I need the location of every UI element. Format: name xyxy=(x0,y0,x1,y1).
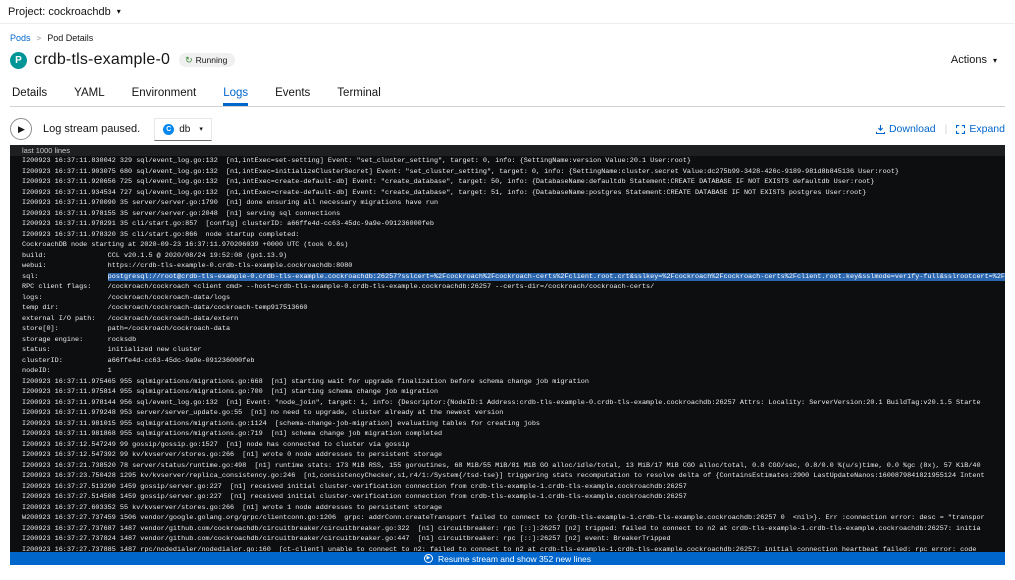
chevron-down-icon: ▾ xyxy=(993,56,997,65)
log-line: I200923 16:37:11.934534 727 sql/event_lo… xyxy=(22,188,1005,199)
log-stream-status: Log stream paused. xyxy=(43,123,140,135)
log-line: external I/O path: /cockroach/cockroach-… xyxy=(22,314,1005,325)
status-badge: ↻ Running xyxy=(179,53,235,67)
chevron-down-icon: ▾ xyxy=(117,7,121,16)
log-line: RPC client flags: /cockroach/cockroach <… xyxy=(22,282,1005,293)
tab-details[interactable]: Details xyxy=(12,82,47,106)
log-line: store[0]: path=/cockroach/cockroach-data xyxy=(22,324,1005,335)
log-line: temp dir: /cockroach/cockroach-data/cock… xyxy=(22,303,1005,314)
tab-logs[interactable]: Logs xyxy=(223,82,248,106)
log-line: CockroachDB node starting at 2020-09-23 … xyxy=(22,240,1005,251)
log-line: status: initialized new cluster xyxy=(22,345,1005,356)
play-icon: ▶ xyxy=(18,124,25,135)
download-icon xyxy=(876,125,885,134)
sync-icon: ↻ xyxy=(185,56,193,65)
log-line: logs: /cockroach/cockroach-data/logs xyxy=(22,293,1005,304)
tab-yaml[interactable]: YAML xyxy=(74,82,104,106)
content-area: Pods > Pod Details P crdb-tls-example-0 … xyxy=(0,33,1015,565)
log-line: I200923 16:37:27.513290 1459 gossip/serv… xyxy=(22,482,1005,493)
log-line: I200923 16:37:11.975465 955 sqlmigration… xyxy=(22,377,1005,388)
page-title: crdb-tls-example-0 xyxy=(34,51,170,69)
play-circle-icon: ▶ xyxy=(424,554,433,563)
download-button[interactable]: Download xyxy=(876,123,936,135)
tab-terminal[interactable]: Terminal xyxy=(337,82,380,106)
log-line: I200923 16:37:11.981015 955 sqlmigration… xyxy=(22,419,1005,430)
resume-stream-label: Resume stream and show 352 new lines xyxy=(438,554,591,564)
toolbar-divider: | xyxy=(945,123,948,135)
log-line: sql: postgresql://root@crdb-tls-example-… xyxy=(22,272,1005,283)
container-select-value: db xyxy=(179,124,190,135)
log-line: I200923 16:37:11.920656 725 sql/event_lo… xyxy=(22,177,1005,188)
log-line: I200923 16:37:21.738520 78 server/status… xyxy=(22,461,1005,472)
log-line: I200923 16:37:27.514508 1459 gossip/serv… xyxy=(22,492,1005,503)
breadcrumb-pods-link[interactable]: Pods xyxy=(10,33,31,43)
tab-events[interactable]: Events xyxy=(275,82,310,106)
project-selector[interactable]: Project: cockroachdb ▾ xyxy=(8,6,121,18)
log-line: I200923 16:37:12.547392 99 kv/kvserver/s… xyxy=(22,450,1005,461)
log-line: I200923 16:37:11.978155 35 server/server… xyxy=(22,209,1005,220)
log-line: I200923 16:37:11.975814 955 sqlmigration… xyxy=(22,387,1005,398)
container-select[interactable]: C db ▾ xyxy=(154,118,212,141)
log-line: I200923 16:37:11.978144 956 sql/event_lo… xyxy=(22,398,1005,409)
chevron-down-icon: ▾ xyxy=(199,125,203,133)
log-line: storage engine: rocksdb xyxy=(22,335,1005,346)
breadcrumb-separator: > xyxy=(37,34,42,43)
resume-stream-banner[interactable]: ▶ Resume stream and show 352 new lines xyxy=(10,552,1005,565)
log-line: clusterID: a66ffe4d-cc63-45dc-9a9e-09123… xyxy=(22,356,1005,367)
log-line: I200923 16:37:27.737824 1487 vendor/gith… xyxy=(22,534,1005,545)
tab-bar: Details YAML Environment Logs Events Ter… xyxy=(10,82,1005,107)
log-toolbar: ▶ Log stream paused. C db ▾ Download | E… xyxy=(10,115,1005,143)
expand-button[interactable]: Expand xyxy=(956,123,1005,135)
resume-log-stream-button[interactable]: ▶ xyxy=(10,118,32,140)
status-badge-label: Running xyxy=(196,55,228,65)
page-header: P crdb-tls-example-0 ↻ Running Actions ▾ xyxy=(10,50,1005,70)
log-line: I200923 16:37:11.978291 35 cli/start.go:… xyxy=(22,219,1005,230)
pod-resource-icon: P xyxy=(10,52,27,69)
log-line: I200923 16:37:11.979248 953 server/serve… xyxy=(22,408,1005,419)
selected-log-text: postgresql://root@crdb-tls-example-0.crd… xyxy=(108,273,1005,281)
log-line: build: CCL v20.1.5 @ 2020/08/24 19:52:08… xyxy=(22,251,1005,262)
expand-label: Expand xyxy=(969,123,1005,135)
log-line: I200923 16:37:27.737687 1487 vendor/gith… xyxy=(22,524,1005,535)
log-line: I200923 16:37:11.830042 329 sql/event_lo… xyxy=(22,156,1005,167)
log-line: I200923 16:37:12.547249 99 gossip/gossip… xyxy=(22,440,1005,451)
log-line: I200923 16:37:11.981868 955 sqlmigration… xyxy=(22,429,1005,440)
project-selector-label: Project: cockroachdb xyxy=(8,6,111,18)
log-line-count: last 1000 lines xyxy=(10,145,1005,156)
download-label: Download xyxy=(889,123,936,135)
pod-details-page: Project: cockroachdb ▾ Pods > Pod Detail… xyxy=(0,0,1015,580)
log-line: I200923 16:37:11.978320 35 cli/start.go:… xyxy=(22,230,1005,241)
log-toolbar-right: Download | Expand xyxy=(876,123,1005,135)
log-line: webui: https://crdb-tls-example-0.crdb-t… xyxy=(22,261,1005,272)
breadcrumb: Pods > Pod Details xyxy=(10,33,1005,43)
expand-icon xyxy=(956,125,965,134)
log-lines[interactable]: I200923 16:37:11.830042 329 sql/event_lo… xyxy=(10,156,1005,565)
container-icon: C xyxy=(163,124,174,135)
actions-dropdown[interactable]: Actions ▾ xyxy=(951,54,997,66)
log-line: I200923 16:37:23.750428 1295 kv/kvserver… xyxy=(22,471,1005,482)
actions-label: Actions xyxy=(951,54,987,66)
log-line: I200923 16:37:27.603352 55 kv/kvserver/s… xyxy=(22,503,1005,514)
log-line: nodeID: 1 xyxy=(22,366,1005,377)
project-bar: Project: cockroachdb ▾ xyxy=(0,0,1015,24)
breadcrumb-current: Pod Details xyxy=(47,33,93,43)
log-line: W200923 16:37:27.737459 1506 vendor/goog… xyxy=(22,513,1005,524)
log-line: I200923 16:37:11.970090 35 server/server… xyxy=(22,198,1005,209)
tab-environment[interactable]: Environment xyxy=(132,82,197,106)
log-line: I200923 16:37:11.903075 680 sql/event_lo… xyxy=(22,167,1005,178)
log-viewer: last 1000 lines I200923 16:37:11.830042 … xyxy=(10,145,1005,565)
